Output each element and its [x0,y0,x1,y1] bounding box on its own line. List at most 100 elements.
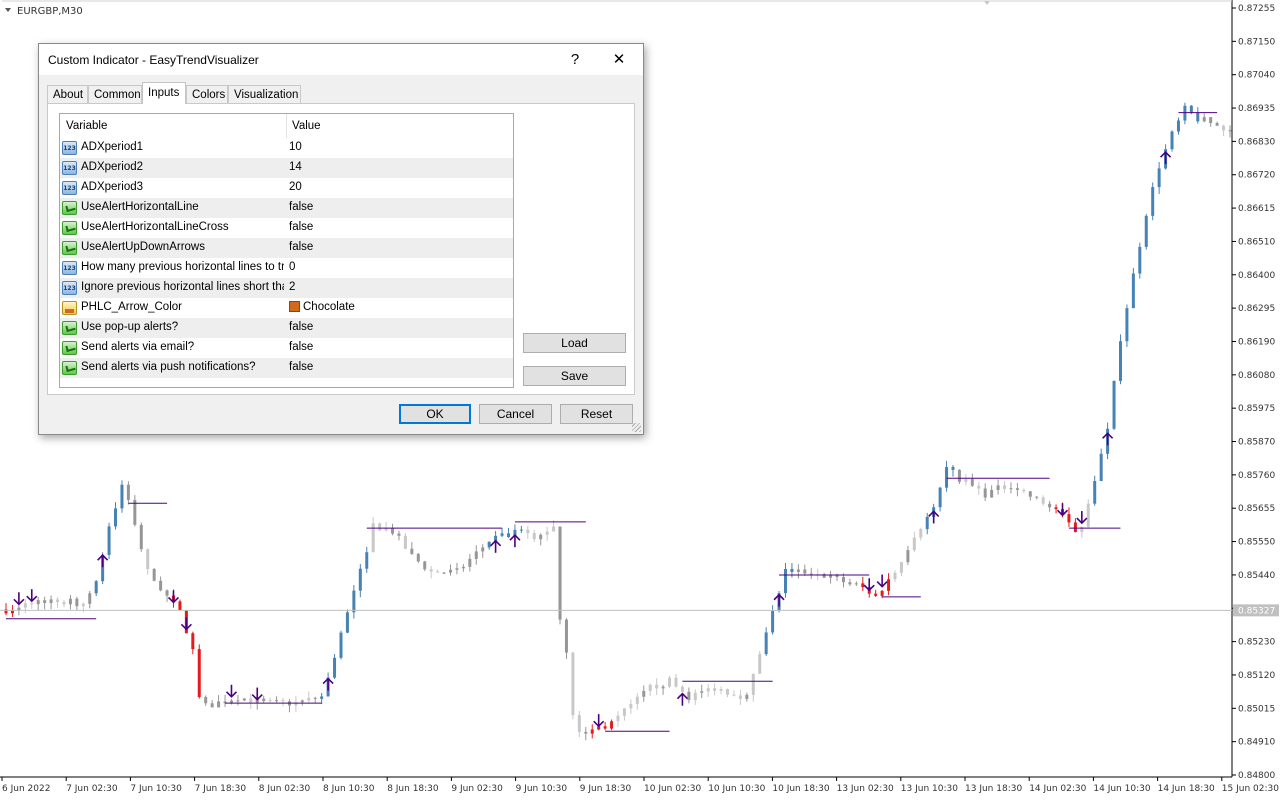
candle [236,695,240,706]
candle [468,553,472,572]
time-tick-label: 9 Jun 02:30 [451,784,503,794]
input-row[interactable]: Send alerts via email? false [60,338,513,358]
reset-button[interactable]: Reset [560,404,633,424]
candle [506,527,510,538]
candle-body [320,696,324,699]
input-row[interactable]: ADXperiod1 10 [60,138,513,158]
candle-body [661,686,665,689]
candle [816,568,820,581]
shift-marker-icon[interactable] [984,1,990,5]
chart-menu-triangle-icon[interactable] [5,8,11,12]
input-row[interactable]: UseAlertHorizontalLine false [60,198,513,218]
candle [165,589,169,602]
candle-body [1228,130,1232,132]
tab-about[interactable]: About [47,85,88,103]
close-icon[interactable]: ✕ [597,44,641,75]
time-tick-label: 13 Jun 10:30 [901,784,958,794]
input-value[interactable]: 2 [289,281,295,293]
input-variable-name: PHLC_Arrow_Color [81,301,182,313]
input-value[interactable]: false [289,361,313,373]
save-button[interactable]: Save [523,366,626,386]
input-row[interactable]: Send alerts via push notifications? false [60,358,513,378]
column-header-value[interactable]: Value [292,120,321,132]
input-value[interactable]: false [289,241,313,253]
input-value[interactable]: false [289,221,313,233]
input-value[interactable]: Chocolate [289,301,355,313]
candle-body [1144,215,1148,247]
candle [152,567,156,582]
input-row[interactable]: UseAlertHorizontalLineCross false [60,218,513,238]
candle [358,564,362,598]
input-value[interactable]: false [289,201,313,213]
candle-body [114,508,118,527]
input-value[interactable]: 10 [289,141,302,153]
candle-body [300,700,304,703]
candle-body [249,698,253,703]
candle-body [436,571,440,573]
input-row[interactable]: ADXperiod3 20 [60,178,513,198]
tab-inputs[interactable]: Inputs [142,82,186,104]
input-value[interactable]: false [289,341,313,353]
candle-body [62,602,66,605]
candle-body [803,569,807,574]
input-row[interactable]: How many previous horizontal lines to tr… [60,258,513,278]
candle-body [378,523,382,531]
price-tick-label: 0.86080 [1238,371,1275,381]
input-value[interactable]: 14 [289,161,302,173]
price-tick-label: 0.87255 [1238,4,1275,14]
candle-body [268,700,272,702]
input-row[interactable]: PHLC_Arrow_Color Chocolate [60,298,513,318]
candle [204,695,208,706]
candle-body [738,695,742,699]
tab-visualization[interactable]: Visualization [228,85,301,103]
candle-body [217,701,221,708]
candle [36,596,40,611]
input-value-text: 20 [289,181,302,193]
candle [1183,102,1187,125]
time-tick-label: 9 Jun 10:30 [516,784,568,794]
time-tick-label: 10 Jun 10:30 [708,784,765,794]
candle [919,527,923,541]
candle-body [165,590,169,596]
candle [687,687,691,704]
candle [526,525,530,540]
candle [809,567,813,580]
input-value[interactable]: false [289,321,313,333]
candle [1144,213,1148,250]
column-header-variable[interactable]: Variable [66,120,107,132]
candle [191,631,195,655]
price-tick-label: 0.85760 [1238,471,1275,481]
candle [397,530,401,541]
tab-colors[interactable]: Colors [186,85,228,103]
candle [23,598,27,614]
candle [738,689,742,705]
number-icon [62,181,77,195]
candle [281,697,285,707]
input-row[interactable]: Use pop-up alerts? false [60,318,513,338]
candle [262,695,266,703]
candle-body [468,558,472,567]
tab-common[interactable]: Common [88,85,142,103]
boolean-icon [62,201,77,215]
price-tick-label: 0.85870 [1238,438,1275,448]
candle [577,710,581,738]
dialog-titlebar[interactable]: Custom Indicator - EasyTrendVisualizer ?… [39,44,643,75]
load-button[interactable]: Load [523,333,626,353]
cancel-button[interactable]: Cancel [479,404,552,424]
resize-grip-icon[interactable] [632,423,641,432]
input-row[interactable]: UseAlertUpDownArrows false [60,238,513,258]
input-value[interactable]: 0 [289,261,295,273]
candle [655,678,659,695]
column-separator[interactable] [286,114,287,138]
candle-body [564,619,568,653]
candle [983,483,987,502]
candle [159,576,163,592]
input-row[interactable]: Ignore previous horizontal lines short t… [60,278,513,298]
candle-body [294,702,298,706]
candle-body [1176,120,1180,132]
candle [88,590,92,609]
help-icon[interactable]: ? [553,44,597,75]
input-value[interactable]: 20 [289,181,302,193]
ok-button[interactable]: OK [399,404,471,424]
input-row[interactable]: ADXperiod2 14 [60,158,513,178]
